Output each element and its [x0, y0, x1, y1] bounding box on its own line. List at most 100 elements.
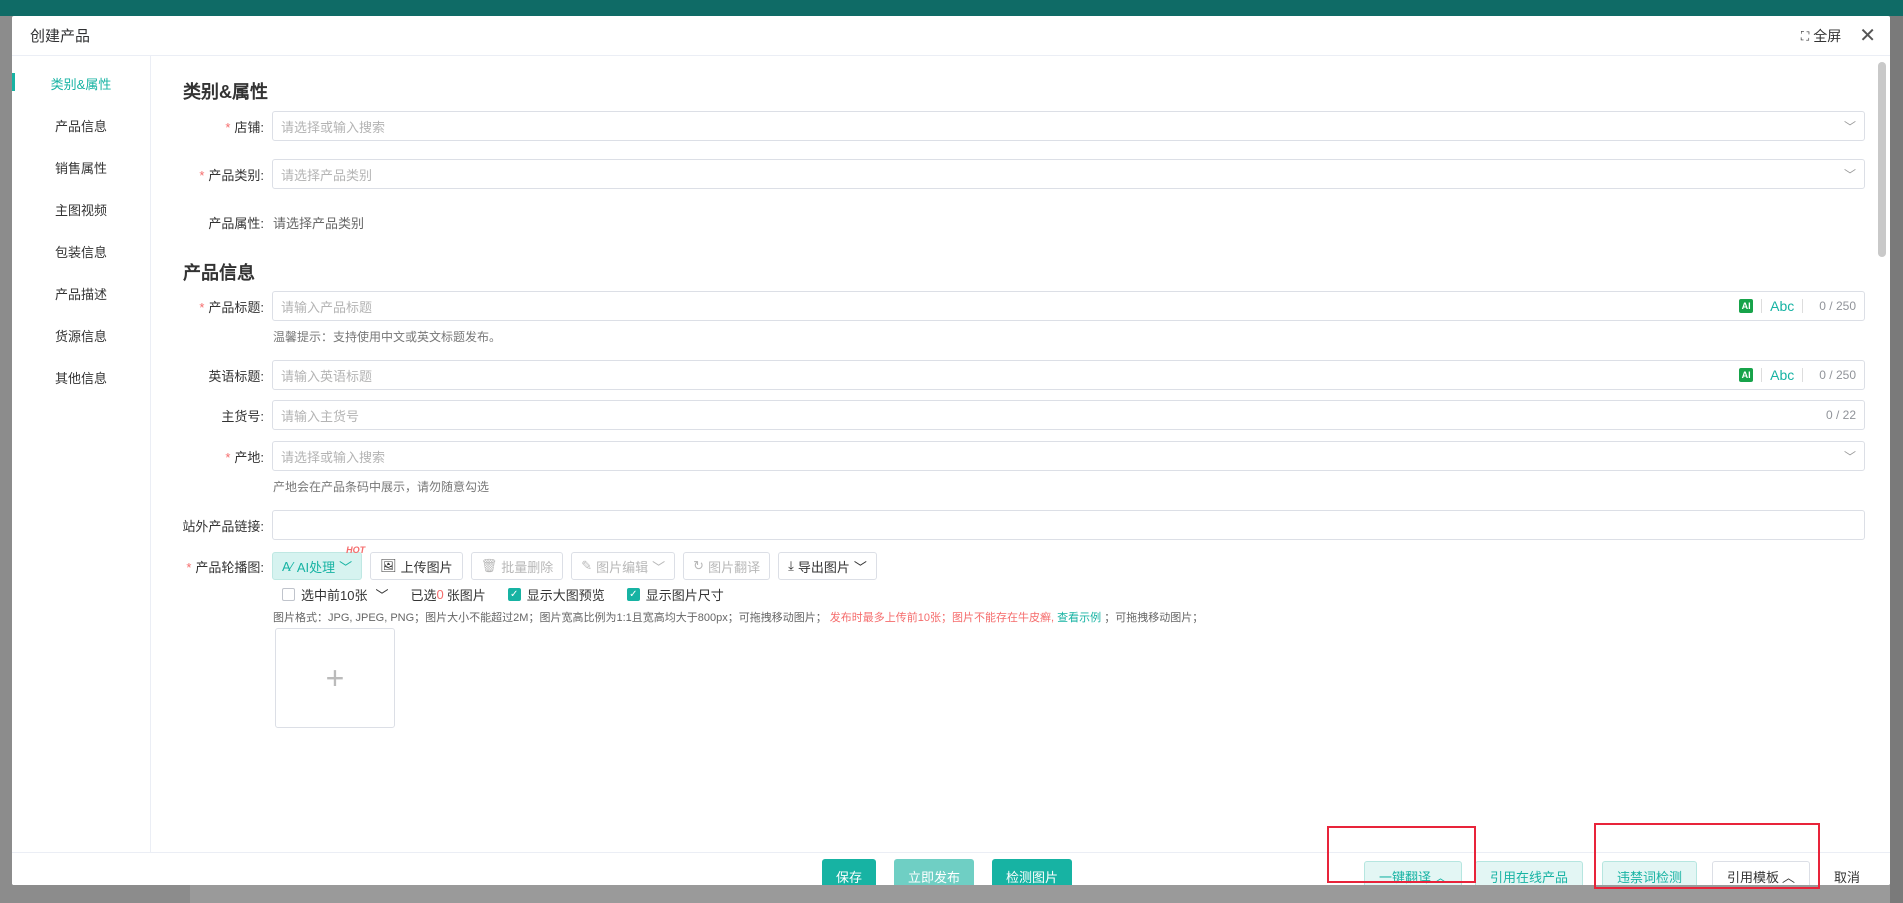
show-size-checkbox[interactable]: ✓ 显示图片尺寸 — [626, 585, 724, 604]
english-title-label: 英语标题: — [208, 368, 264, 384]
chevron-down-icon[interactable]: ﹀ — [375, 585, 388, 604]
ai-icon[interactable]: AI — [1739, 299, 1754, 313]
origin-row: * 产地: 请选择或输入搜索 ﹀ — [152, 441, 1874, 471]
nav-item-packaging[interactable]: 包装信息 — [12, 230, 150, 272]
dialog-header-actions: ⛶ 全屏 ✕ — [1801, 16, 1876, 56]
english-title-input[interactable]: 请输入英语标题 AI Abc 0 / 250 — [272, 360, 1865, 390]
sku-input[interactable]: 请输入主货号 0 / 22 — [272, 400, 1865, 430]
select-top10-checkbox[interactable]: 选中前10张 ﹀ — [282, 585, 388, 604]
checkmark-icon: ✓ — [626, 587, 640, 601]
image-translate-button[interactable]: ↻ 图片翻译 — [683, 552, 771, 580]
external-link-label: 站外产品链接: — [182, 518, 264, 534]
ai-process-button[interactable]: A⁄ AI处理 ﹀ HOT — [272, 545, 365, 580]
save-button[interactable]: 保存 — [822, 859, 877, 885]
title-label: 产品标题: — [208, 299, 264, 315]
carousel-label: 产品轮播图: — [195, 559, 264, 575]
cancel-button[interactable]: 取消 — [1820, 861, 1874, 885]
store-select[interactable]: 请选择或输入搜索 ﹀ — [272, 111, 1865, 141]
dialog-footer: 保存 立即发布 检测图片 一键翻译 ︿ 引用在线产品 违禁词检测 引用模板 ︿ … — [12, 852, 1890, 885]
vertical-scrollbar[interactable] — [1878, 62, 1886, 257]
chevron-down-icon: ﹀ — [652, 559, 666, 575]
checkbox-icon — [282, 587, 295, 601]
origin-label: 产地: — [234, 449, 264, 465]
create-product-dialog: 创建产品 ⛶ 全屏 ✕ 类别&属性 产品信息 销售属性 主图视频 包装信息 产品… — [12, 16, 1890, 885]
image-icon: 🖼 — [380, 558, 397, 573]
publish-button[interactable]: 立即发布 — [894, 859, 975, 885]
chevron-down-icon: ﹀ — [1843, 168, 1856, 182]
export-images-button[interactable]: ⤓ 导出图片 ﹀ — [778, 552, 877, 580]
background-app-strip — [1890, 16, 1903, 903]
category-select[interactable]: 请选择产品类别 ﹀ — [272, 159, 1865, 189]
title-placeholder: 请输入产品标题 — [281, 299, 373, 315]
image-options: 选中前10张 ﹀ 已选 0 张图片 ✓ 显示大图预览 ✓ 显示图片尺寸 — [282, 584, 724, 604]
chevron-down-icon: ﹀ — [853, 559, 867, 575]
check-images-button[interactable]: 检测图片 — [992, 859, 1073, 885]
title-row: * 产品标题: 请输入产品标题 AI Abc 0 / 250 — [152, 291, 1874, 321]
fullscreen-label: 全屏 — [1813, 28, 1842, 44]
batch-delete-button[interactable]: 🗑 批量删除 — [470, 552, 564, 580]
ai-icon[interactable]: AI — [1739, 368, 1754, 382]
section-title-category: 类别&属性 — [183, 82, 268, 102]
english-title-row: 英语标题: 请输入英语标题 AI Abc 0 / 250 — [152, 360, 1874, 390]
store-row: * 店铺: 请选择或输入搜索 ﹀ — [152, 111, 1874, 141]
sku-label: 主货号: — [221, 408, 264, 424]
close-icon[interactable]: ✕ — [1859, 26, 1876, 46]
nav-item-source[interactable]: 货源信息 — [12, 314, 150, 356]
chevron-down-icon: ﹀ — [1843, 450, 1856, 464]
cite-online-product-button[interactable]: 引用在线产品 — [1475, 861, 1584, 885]
attributes-label: 产品属性: — [208, 215, 264, 231]
external-link-row: 站外产品链接: — [152, 510, 1874, 540]
origin-hint: 产地会在产品条码中展示，请勿随意勾选 — [273, 480, 490, 494]
fullscreen-button[interactable]: ⛶ 全屏 — [1801, 26, 1841, 46]
external-link-input[interactable] — [272, 510, 1865, 540]
ai-sparkle-icon: A⁄ — [282, 558, 293, 574]
nav-item-category[interactable]: 类别&属性 — [12, 62, 150, 104]
product-title-input[interactable]: 请输入产品标题 AI Abc 0 / 250 — [272, 291, 1865, 321]
chevron-up-icon: ︿ — [1782, 869, 1796, 885]
dialog-header: 创建产品 ⛶ 全屏 ✕ — [12, 16, 1890, 56]
origin-placeholder: 请选择或输入搜索 — [281, 449, 386, 465]
english-title-placeholder: 请输入英语标题 — [281, 368, 373, 384]
store-label: 店铺: — [234, 119, 264, 135]
nav-item-product-info[interactable]: 产品信息 — [12, 104, 150, 146]
title-hint: 温馨提示：支持使用中文或英文标题发布。 — [273, 330, 502, 344]
image-upload-area[interactable]: + — [275, 628, 395, 728]
download-icon: ⤓ — [788, 558, 794, 573]
cite-template-button[interactable]: 引用模板 ︿ — [1712, 861, 1811, 885]
show-preview-checkbox[interactable]: ✓ 显示大图预览 — [507, 585, 605, 604]
nav-item-other[interactable]: 其他信息 — [12, 356, 150, 398]
origin-select[interactable]: 请选择或输入搜索 ﹀ — [272, 441, 1865, 471]
attributes-row: 产品属性: 请选择产品类别 — [152, 207, 1874, 237]
hot-badge: HOT — [346, 545, 366, 555]
forbidden-word-check-button[interactable]: 违禁词检测 — [1602, 861, 1698, 885]
refresh-icon: ↻ — [693, 558, 705, 573]
selected-count: 已选 0 张图片 — [410, 586, 486, 603]
nav-item-main-video[interactable]: 主图视频 — [12, 188, 150, 230]
trash-icon: 🗑 — [480, 558, 498, 573]
title-counter: 0 / 250 — [1819, 299, 1856, 313]
upload-image-button[interactable]: 🖼 上传图片 — [370, 552, 463, 580]
category-label: 产品类别: — [208, 167, 264, 183]
background-app-topbar — [0, 0, 1903, 16]
checkmark-icon: ✓ — [507, 587, 521, 601]
image-edit-button[interactable]: ✎ 图片编辑 ﹀ — [571, 552, 676, 580]
abc-translate-button[interactable]: Abc — [1770, 367, 1794, 383]
store-placeholder: 请选择或输入搜索 — [281, 119, 386, 135]
abc-translate-button[interactable]: Abc — [1770, 298, 1794, 314]
plus-icon: + — [325, 659, 345, 696]
category-placeholder: 请选择产品类别 — [281, 167, 373, 183]
chevron-down-icon: ﹀ — [339, 559, 353, 575]
category-row: * 产品类别: 请选择产品类别 ﹀ — [152, 159, 1874, 189]
translate-all-button[interactable]: 一键翻译 ︿ — [1364, 861, 1463, 885]
section-title-product-info: 产品信息 — [183, 263, 255, 283]
magic-wand-icon: ✎ — [581, 558, 593, 573]
dialog-title: 创建产品 — [30, 28, 91, 45]
section-nav: 类别&属性 产品信息 销售属性 主图视频 包装信息 产品描述 货源信息 其他信息 — [12, 56, 151, 852]
image-requirements: 图片格式：JPG, JPEG, PNG；图片大小不能超过2M；图片宽高比例为1:… — [273, 612, 1204, 624]
attributes-value: 请选择产品类别 — [273, 215, 365, 231]
nav-item-sales-attributes[interactable]: 销售属性 — [12, 146, 150, 188]
form-content: 类别&属性 * 店铺: 请选择或输入搜索 ﹀ * 产品类别: 请选择产品类别 ﹀ 产… — [152, 56, 1874, 852]
image-toolbar: A⁄ AI处理 ﹀ HOT 🖼 上传图片 🗑 批量删除 ✎ 图片编辑 ﹀ ↻ 图… — [272, 545, 877, 580]
nav-item-description[interactable]: 产品描述 — [12, 272, 150, 314]
view-example-link[interactable]: 查看示例 — [1057, 612, 1101, 624]
